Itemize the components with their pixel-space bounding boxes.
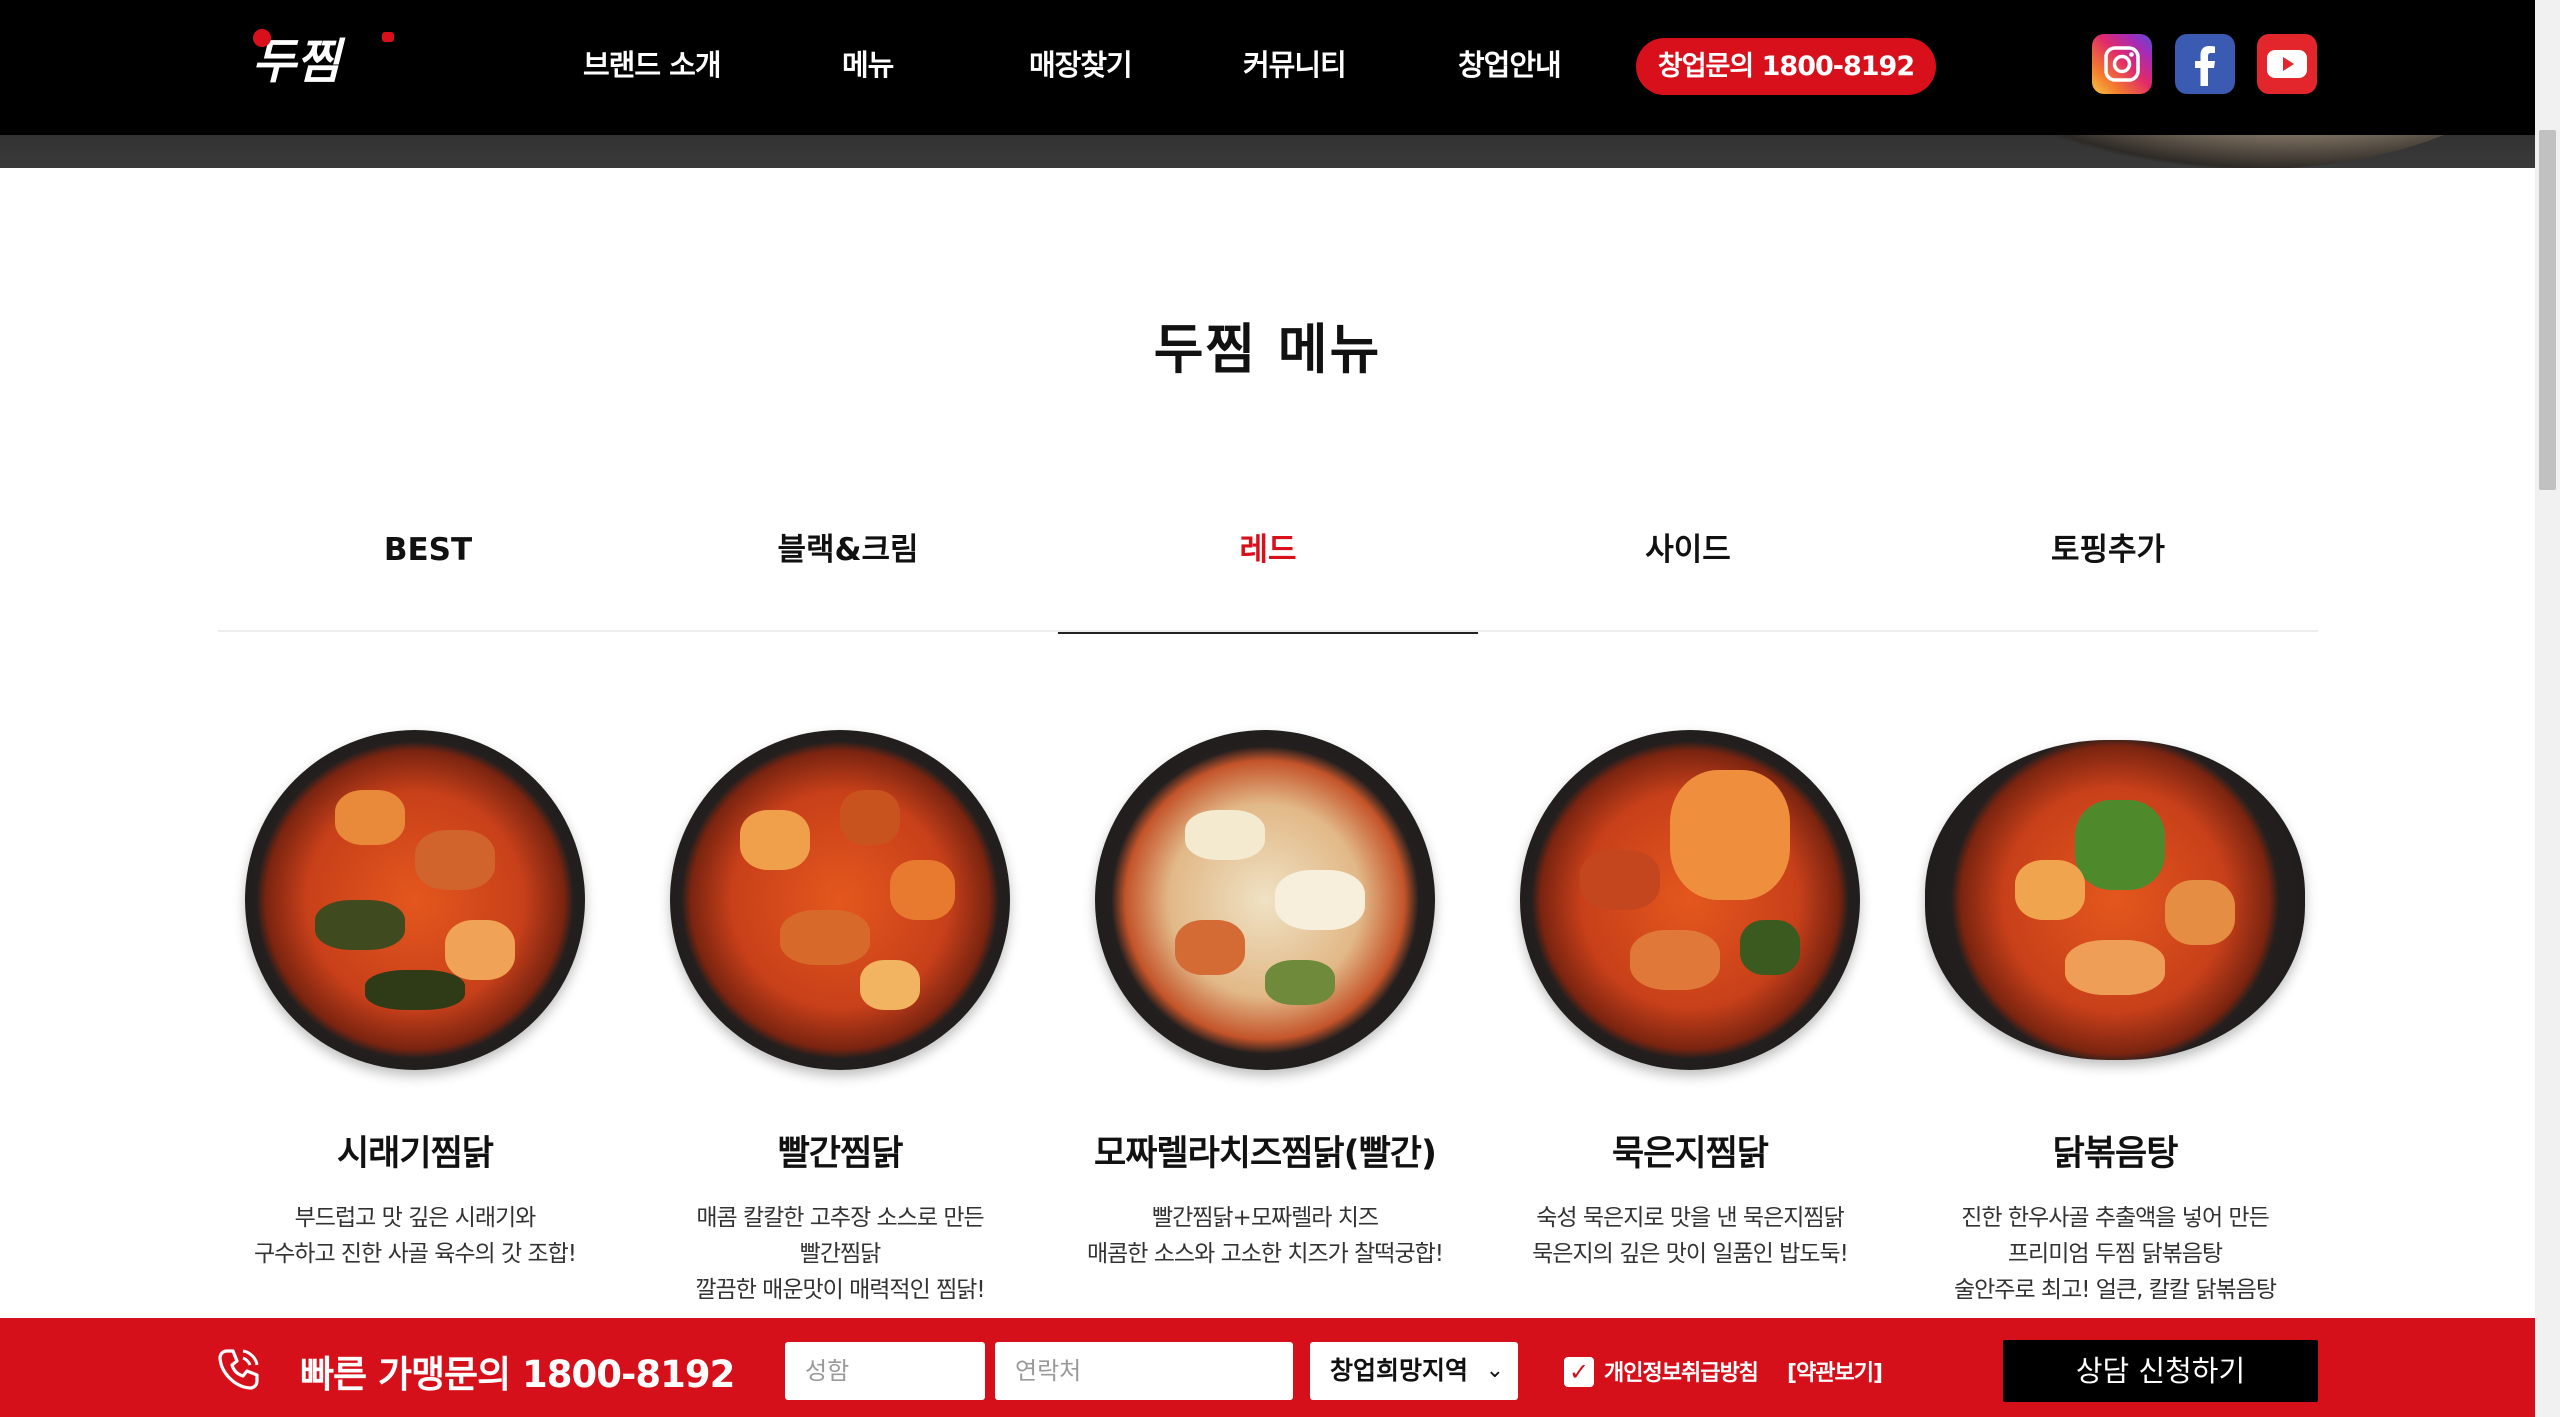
- menu-card-title: 모짜렐라치즈찜닭(빨간): [1094, 1134, 1437, 1174]
- view-terms-link[interactable]: [약관보기]: [1787, 1355, 1883, 1387]
- menu-card-desc-line: 구수하고 진한 사골 육수의 갓 조합!: [253, 1241, 577, 1267]
- menu-card[interactable]: 시래기찜닭 부드럽고 맛 깊은 시래기와 구수하고 진한 사골 육수의 갓 조합…: [205, 730, 625, 1330]
- food-image-dakbokkeumtang: [1925, 740, 2305, 1060]
- page-title: 두찜 메뉴: [1153, 318, 1382, 381]
- nav-franchise[interactable]: 창업안내: [1458, 44, 1562, 86]
- menu-card-desc-line: 숙성 묵은지로 맛을 낸 묵은지찜닭: [1536, 1205, 1844, 1231]
- menu-card[interactable]: 모짜렐라치즈찜닭(빨간) 빨간찜닭+모짜렐라 치즈 매콤한 소스와 고소한 치즈…: [1055, 730, 1475, 1330]
- menu-card-title: 묵은지찜닭: [1611, 1134, 1769, 1174]
- instagram-glyph: [2104, 46, 2140, 82]
- menu-card-desc: 부드럽고 맛 깊은 시래기와 구수하고 진한 사골 육수의 갓 조합!: [205, 1200, 625, 1272]
- menu-card-desc: 숙성 묵은지로 맛을 낸 묵은지찜닭 묵은지의 깊은 맛이 일품인 밥도둑!: [1480, 1200, 1900, 1272]
- quick-inquiry-bar: 빠른 가맹문의 1800-8192 창업희망지역 ⌄ ✓ 개인정보취급방침 [약…: [0, 1318, 2535, 1417]
- menu-card-desc-line: 술안주로 최고! 얼큰, 칼칼 닭볶음탕: [1953, 1277, 2277, 1303]
- facebook-icon[interactable]: [2175, 34, 2235, 94]
- menu-card[interactable]: 빨간찜닭 매콤 칼칼한 고추장 소스로 만든 빨간찜닭 깔끔한 매운맛이 매력적…: [630, 730, 1050, 1330]
- site-header: 두찜 브랜드 소개 메뉴 매장찾기 커뮤니티 창업안내 창업문의 1800-81…: [0, 0, 2535, 135]
- tab-red[interactable]: 레드: [1058, 520, 1478, 634]
- name-input[interactable]: [785, 1342, 985, 1400]
- page-scrollbar[interactable]: [2535, 0, 2560, 1417]
- youtube-icon[interactable]: [2257, 34, 2317, 94]
- menu-card-desc-line: 부드럽고 맛 깊은 시래기와: [294, 1205, 537, 1231]
- menu-card-desc-line: 매콤한 소스와 고소한 치즈가 찰떡궁합!: [1086, 1241, 1444, 1267]
- youtube-glyph: [2267, 50, 2307, 78]
- region-select[interactable]: 창업희망지역 ⌄: [1310, 1342, 1518, 1400]
- menu-card[interactable]: 묵은지찜닭 숙성 묵은지로 맛을 낸 묵은지찜닭 묵은지의 깊은 맛이 일품인 …: [1480, 730, 1900, 1330]
- phone-icon: [218, 1349, 259, 1390]
- privacy-policy-label: 개인정보취급방침: [1604, 1361, 1759, 1386]
- menu-card-desc-line: 깔끔한 매운맛이 매력적인 찜닭!: [695, 1277, 985, 1303]
- tab-side[interactable]: 사이드: [1478, 520, 1898, 632]
- food-image-siraegi-jjimdak: [245, 730, 585, 1070]
- menu-card-desc: 진한 한우사골 추출액을 넣어 만든 프리미엄 두찜 닭볶음탕 술안주로 최고!…: [1905, 1200, 2325, 1308]
- chevron-down-icon: ⌄: [1485, 1358, 1504, 1383]
- nav-community[interactable]: 커뮤니티: [1243, 44, 1347, 86]
- menu-card-desc-line: 빨간찜닭: [799, 1241, 882, 1267]
- nav-menu[interactable]: 메뉴: [842, 44, 894, 86]
- food-image-ppalgan-jjimdak: [670, 730, 1010, 1070]
- region-select-value: 창업희망지역: [1330, 1356, 1469, 1385]
- food-image-mukeunji-jjimdak: [1520, 730, 1860, 1070]
- menu-card-desc: 매콤 칼칼한 고추장 소스로 만든 빨간찜닭 깔끔한 매운맛이 매력적인 찜닭!: [630, 1200, 1050, 1308]
- tab-topping[interactable]: 토핑추가: [1898, 520, 2318, 632]
- quick-inquiry-label: 빠른 가맹문의 1800-8192: [300, 1353, 735, 1396]
- menu-card-desc-line: 프리미엄 두찜 닭볶음탕: [2007, 1241, 2223, 1267]
- menu-card-desc-line: 빨간찜닭+모짜렐라 치즈: [1151, 1205, 1379, 1231]
- nav-store-finder[interactable]: 매장찾기: [1029, 44, 1133, 86]
- menu-card-desc-line: 묵은지의 깊은 맛이 일품인 밥도둑!: [1532, 1241, 1849, 1267]
- phone-input[interactable]: [995, 1342, 1293, 1400]
- nav-brand[interactable]: 브랜드 소개: [583, 44, 721, 86]
- facebook-glyph: [2195, 46, 2215, 86]
- menu-card-desc-line: 진한 한우사골 추출액을 넣어 만든: [1961, 1205, 2269, 1231]
- menu-card-title: 시래기찜닭: [336, 1134, 494, 1174]
- instagram-icon[interactable]: [2092, 34, 2152, 94]
- menu-category-tabs: BEST 블랙&크림 레드 사이드 토핑추가: [218, 520, 2318, 634]
- food-image-mozzarella-jjimdak: [1095, 730, 1435, 1070]
- menu-card[interactable]: 닭볶음탕 진한 한우사골 추출액을 넣어 만든 프리미엄 두찜 닭볶음탕 술안주…: [1905, 730, 2325, 1330]
- privacy-checkbox[interactable]: ✓: [1564, 1357, 1594, 1387]
- tab-black-cream[interactable]: 블랙&크림: [638, 520, 1058, 632]
- submit-consultation-button[interactable]: 상담 신청하기: [2003, 1340, 2318, 1402]
- scrollbar-thumb[interactable]: [2539, 130, 2556, 490]
- menu-card-desc-line: 매콤 칼칼한 고추장 소스로 만든: [696, 1205, 984, 1231]
- menu-card-desc: 빨간찜닭+모짜렐라 치즈 매콤한 소스와 고소한 치즈가 찰떡궁합!: [1055, 1200, 1475, 1272]
- brand-logo[interactable]: 두찜: [248, 20, 398, 104]
- franchise-inquiry-button[interactable]: 창업문의 1800-8192: [1636, 38, 1936, 95]
- menu-card-title: 빨간찜닭: [777, 1134, 904, 1174]
- menu-card-title: 닭볶음탕: [2052, 1134, 2179, 1174]
- tab-best[interactable]: BEST: [218, 520, 638, 632]
